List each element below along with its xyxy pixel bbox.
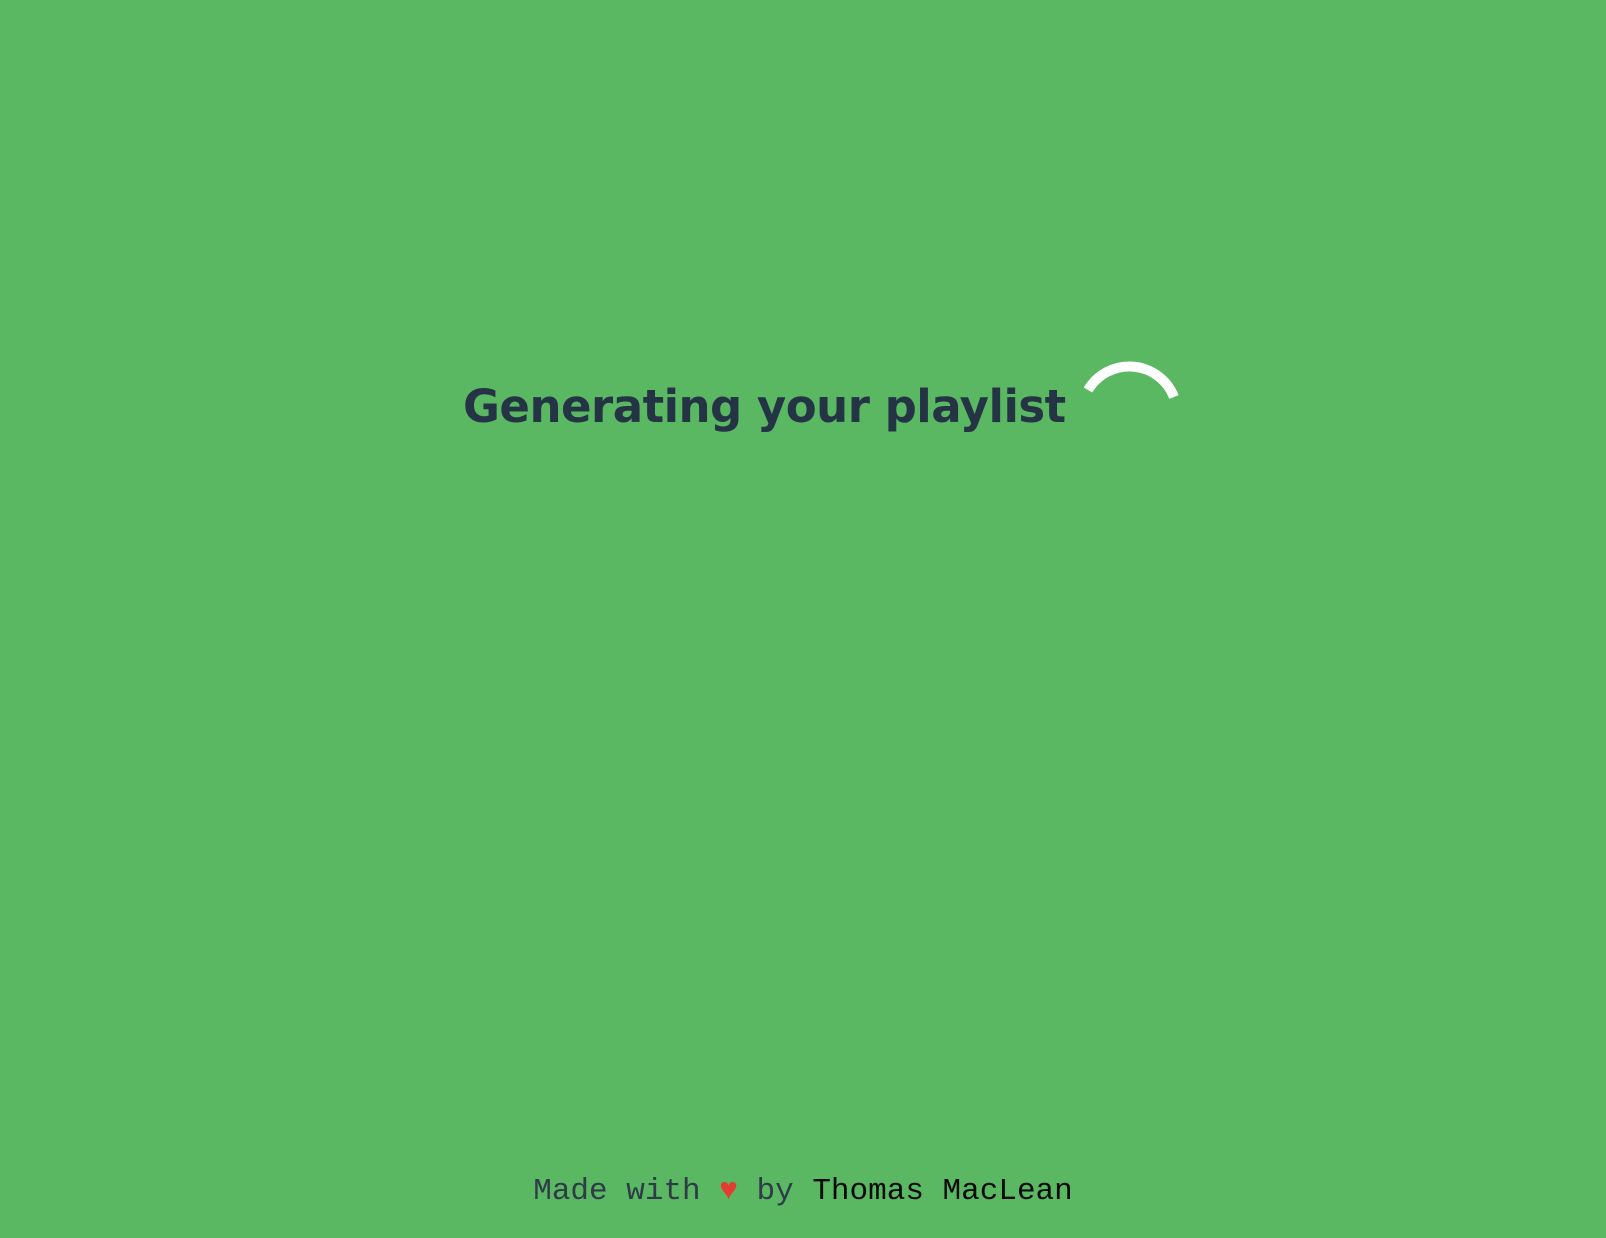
footer-by: by [756,1174,794,1209]
footer-credit: Made with ♥ by Thomas MacLean [0,1176,1606,1207]
heart-icon: ♥ [719,1174,738,1209]
author-link[interactable]: Thomas MacLean [812,1174,1072,1209]
loading-screen: Generating your playlist [0,0,1606,1238]
loading-heading: Generating your playlist [463,380,1066,433]
loading-spinner-icon [1083,361,1179,399]
footer-made-with: Made with [533,1174,701,1209]
